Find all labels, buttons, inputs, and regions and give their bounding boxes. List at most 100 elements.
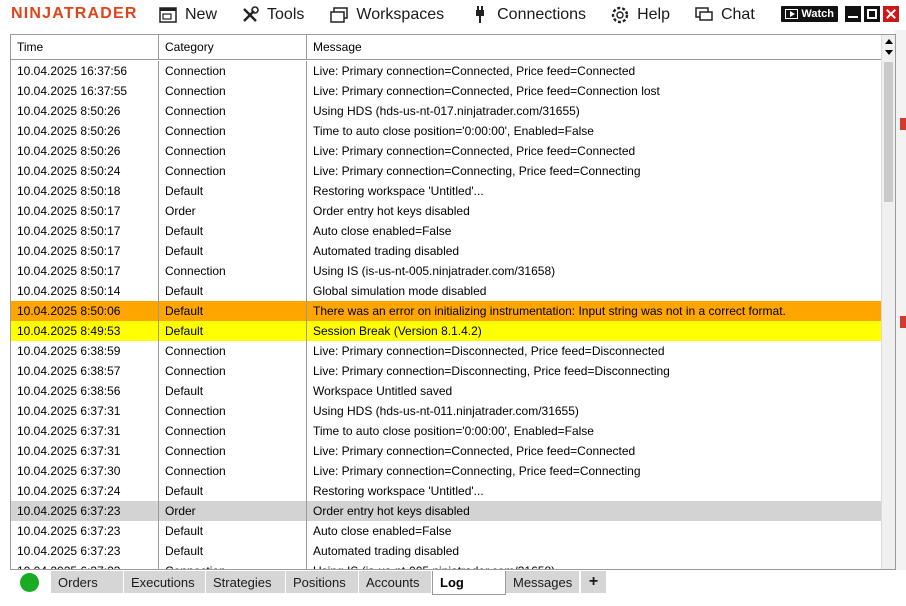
tab-strategies[interactable]: Strategies xyxy=(206,571,285,593)
tab-accounts[interactable]: Accounts xyxy=(359,571,431,593)
log-time-cell: 10.04.2025 6:37:23 xyxy=(11,501,159,521)
add-tab-button[interactable]: + xyxy=(581,571,606,593)
menu-help[interactable]: Help xyxy=(606,0,674,30)
log-row[interactable]: 10.04.2025 8:50:18 Default Restoring works… xyxy=(11,181,882,201)
log-row[interactable]: 10.04.2025 8:50:17 Default Auto close enab… xyxy=(11,221,882,241)
log-category-cell: Connection xyxy=(159,561,307,569)
log-category-cell: Connection xyxy=(159,141,307,161)
log-message-cell: Using HDS (hds-us-nt-017.ninjatrader.com… xyxy=(307,101,882,121)
log-category-cell: Connection xyxy=(159,161,307,181)
menu-connections-label: Connections xyxy=(497,6,587,23)
log-row[interactable]: 10.04.2025 8:50:17 Default Automated tradi… xyxy=(11,241,882,261)
log-category-cell: Connection xyxy=(159,421,307,441)
log-time-cell: 10.04.2025 8:50:24 xyxy=(11,161,159,181)
log-row[interactable]: 10.04.2025 8:50:24 Connection Live: Primar… xyxy=(11,161,882,181)
log-message-cell: Live: Primary connection=Connected, Pric… xyxy=(307,81,882,101)
vertical-scrollbar[interactable] xyxy=(881,35,895,569)
main-menu: New Tools Workspaces Connections Help Ch… xyxy=(154,0,759,30)
log-row[interactable]: 10.04.2025 8:50:26 Connection Time to auto… xyxy=(11,121,882,141)
log-message-cell: Live: Primary connection=Disconnecting, … xyxy=(307,361,882,381)
scroll-up-icon[interactable] xyxy=(885,39,893,44)
watch-button[interactable]: Watch xyxy=(781,6,838,22)
scroll-thumb[interactable] xyxy=(884,62,893,202)
log-row[interactable]: 10.04.2025 8:50:17 Connection Using IS (is… xyxy=(11,261,882,281)
log-message-cell: Auto close enabled=False xyxy=(307,521,882,541)
menu-new-label: New xyxy=(185,6,218,23)
log-row[interactable]: 10.04.2025 6:37:31 Connection Time to auto… xyxy=(11,421,882,441)
menu-connections[interactable]: Connections xyxy=(466,0,590,30)
help-icon xyxy=(610,5,630,25)
log-category-cell: Default xyxy=(159,221,307,241)
menu-tools[interactable]: Tools xyxy=(236,0,308,30)
log-row[interactable]: 10.04.2025 6:37:30 Connection Live: Primar… xyxy=(11,461,882,481)
scroll-down-icon[interactable] xyxy=(885,50,893,55)
log-row[interactable]: 10.04.2025 6:37:23 Default Automated tradi… xyxy=(11,541,882,561)
log-row[interactable]: 10.04.2025 16:37:55 Connection Live: Prima… xyxy=(11,81,882,101)
tab-positions[interactable]: Positions xyxy=(286,571,358,593)
log-row[interactable]: 10.04.2025 6:37:23ConnectionUsing IS (is… xyxy=(11,561,882,569)
app-logo: NINJATRADER xyxy=(11,5,138,22)
log-time-cell: 10.04.2025 8:50:17 xyxy=(11,201,159,221)
log-message-cell: Live: Primary connection=Connecting, Pri… xyxy=(307,161,882,181)
column-header-time[interactable]: Time xyxy=(11,35,159,59)
window-controls: Watch xyxy=(781,6,899,22)
log-time-cell: 10.04.2025 6:37:23 xyxy=(11,561,159,569)
menu-chat[interactable]: Chat xyxy=(690,0,759,30)
log-message-cell: Live: Primary connection=Connected, Pric… xyxy=(307,61,882,81)
log-row[interactable]: 10.04.2025 8:50:26 Connection Live: Primar… xyxy=(11,141,882,161)
log-row[interactable]: 10.04.2025 8:50:06 Default There was an er… xyxy=(11,301,882,321)
log-row[interactable]: 10.04.2025 6:37:23 Order Order entry hot k… xyxy=(11,501,882,521)
watch-label: Watch xyxy=(801,8,834,20)
tab-executions[interactable]: Executions xyxy=(124,571,205,593)
log-row[interactable]: 10.04.2025 6:38:57 Connection Live: Primar… xyxy=(11,361,882,381)
log-row[interactable]: 10.04.2025 16:37:56 Connection Live: Prima… xyxy=(11,61,882,81)
log-row[interactable]: 10.04.2025 6:37:31 Connection Using HDS (h… xyxy=(11,401,882,421)
log-category-cell: Connection xyxy=(159,261,307,281)
tools-icon xyxy=(240,5,260,25)
log-row[interactable]: 10.04.2025 8:49:53 Default Session Break (… xyxy=(11,321,882,341)
log-row[interactable]: 10.04.2025 8:50:17 Order Order entry hot k… xyxy=(11,201,882,221)
log-row[interactable]: 10.04.2025 8:50:26 Connection Using HDS (h… xyxy=(11,101,882,121)
close-button[interactable] xyxy=(883,6,899,22)
maximize-button[interactable] xyxy=(864,6,880,22)
log-time-cell: 10.04.2025 8:50:26 xyxy=(11,101,159,121)
tab-log[interactable]: Log xyxy=(432,571,506,595)
background-marker xyxy=(900,118,906,130)
tab-orders[interactable]: Orders xyxy=(51,571,123,593)
log-row[interactable]: 10.04.2025 6:38:56 Default Workspace Untit… xyxy=(11,381,882,401)
log-row[interactable]: 10.04.2025 6:38:59 Connection Live: Primar… xyxy=(11,341,882,361)
log-time-cell: 10.04.2025 6:37:30 xyxy=(11,461,159,481)
log-message-cell: There was an error on initializing instr… xyxy=(307,301,882,321)
log-category-cell: Connection xyxy=(159,61,307,81)
tab-messages[interactable]: Messages xyxy=(506,571,579,593)
menu-help-label: Help xyxy=(637,6,670,23)
log-message-cell: Using IS (is-us-nt-005.ninjatrader.com/3… xyxy=(307,261,882,281)
log-message-cell: Time to auto close position='0:00:00', E… xyxy=(307,121,882,141)
log-category-cell: Default xyxy=(159,181,307,201)
log-category-cell: Default xyxy=(159,241,307,261)
column-header-message[interactable]: Message xyxy=(307,35,882,59)
log-category-cell: Order xyxy=(159,501,307,521)
log-header: Time Category Message xyxy=(11,35,882,60)
log-time-cell: 10.04.2025 6:38:57 xyxy=(11,361,159,381)
log-message-cell: Using HDS (hds-us-nt-011.ninjatrader.com… xyxy=(307,401,882,421)
column-header-category[interactable]: Category xyxy=(159,35,307,59)
minimize-button[interactable] xyxy=(845,6,861,22)
log-category-cell: Connection xyxy=(159,341,307,361)
log-row[interactable]: 10.04.2025 6:37:23 Default Auto close enab… xyxy=(11,521,882,541)
log-time-cell: 10.04.2025 6:37:31 xyxy=(11,441,159,461)
log-row[interactable]: 10.04.2025 6:37:24 Default Restoring works… xyxy=(11,481,882,501)
log-message-cell: Using IS (is-us-nt-005.ninjatrader.com/3… xyxy=(307,561,882,569)
log-time-cell: 10.04.2025 6:37:23 xyxy=(11,541,159,561)
log-row[interactable]: 10.04.2025 6:37:31 Connection Live: Primar… xyxy=(11,441,882,461)
workspaces-icon xyxy=(329,5,349,25)
log-category-cell: Default xyxy=(159,281,307,301)
log-message-cell: Restoring workspace 'Untitled'... xyxy=(307,481,882,501)
chat-icon xyxy=(694,5,714,25)
menu-new[interactable]: New xyxy=(154,0,221,30)
log-category-cell: Default xyxy=(159,321,307,341)
log-time-cell: 10.04.2025 8:50:26 xyxy=(11,141,159,161)
menu-workspaces[interactable]: Workspaces xyxy=(325,0,448,30)
log-row[interactable]: 10.04.2025 8:50:14 Default Global simulati… xyxy=(11,281,882,301)
log-time-cell: 10.04.2025 8:50:14 xyxy=(11,281,159,301)
